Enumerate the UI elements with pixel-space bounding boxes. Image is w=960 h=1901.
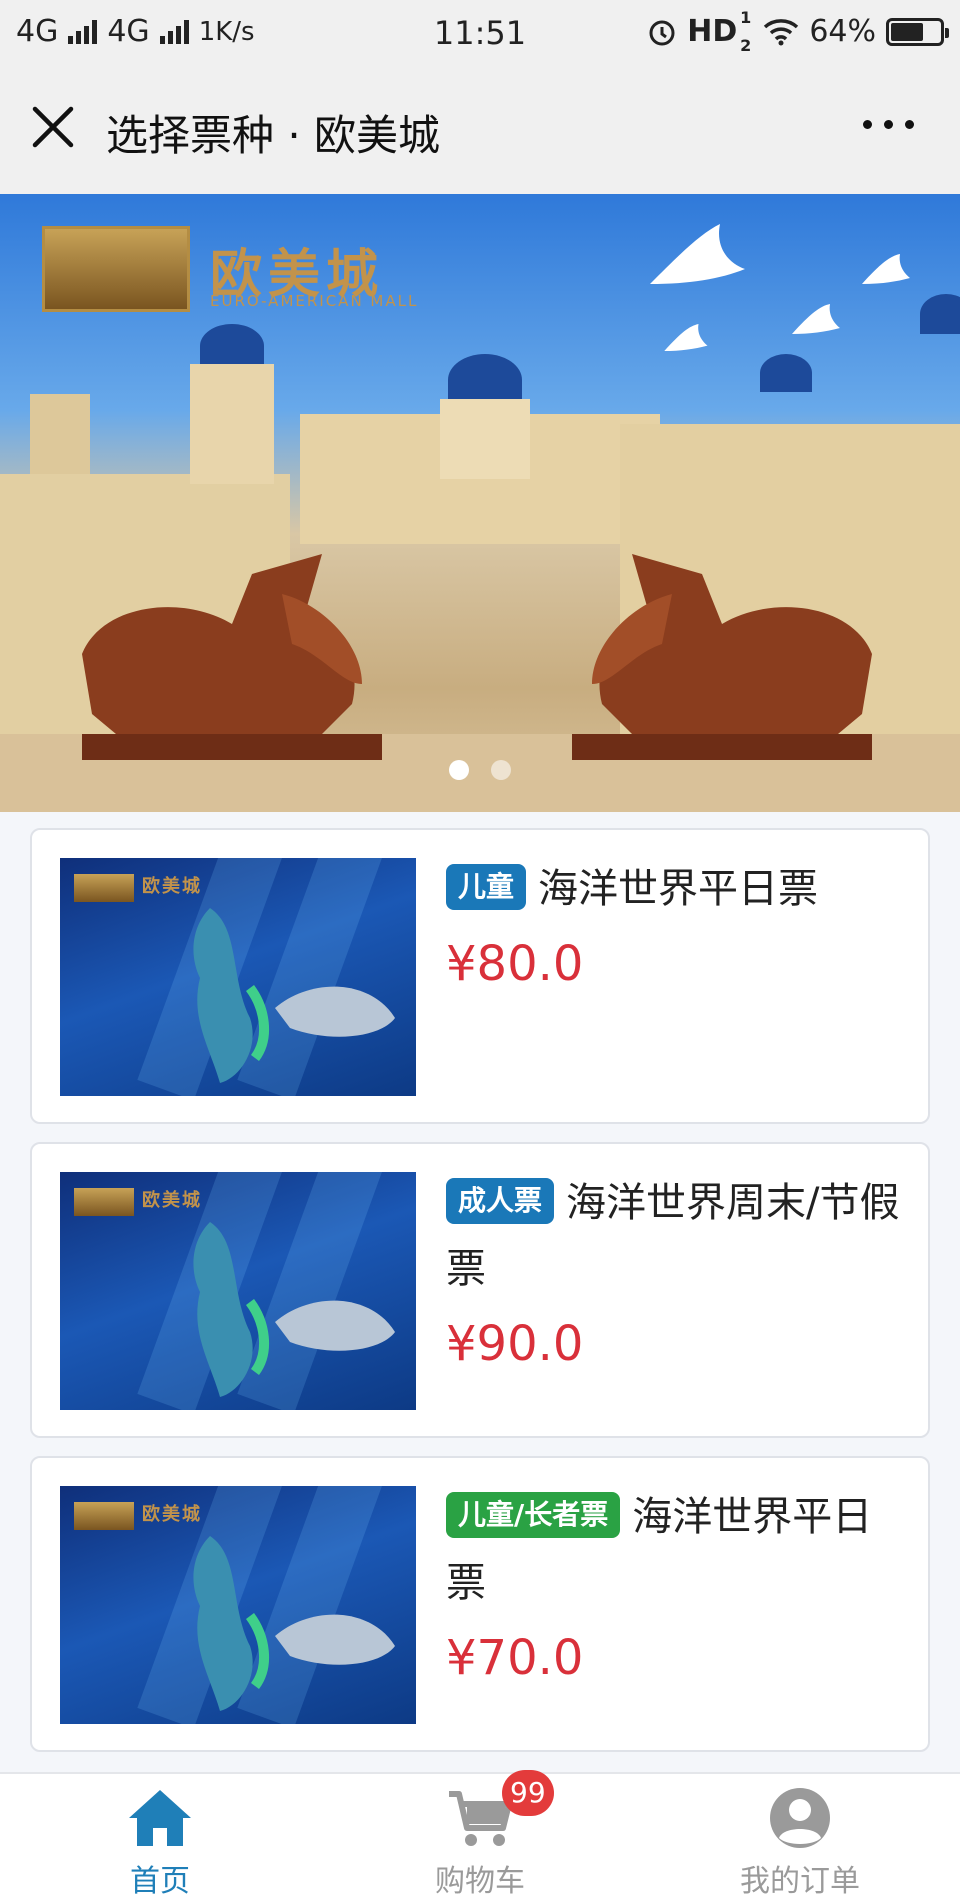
- tab-cart[interactable]: 99 购物车: [320, 1770, 640, 1901]
- page-title: 选择票种 · 欧美城: [106, 111, 441, 160]
- battery-icon: [886, 17, 949, 46]
- ticket-tag: 儿童/长者票: [446, 1492, 621, 1538]
- alarm-icon: [649, 20, 675, 45]
- cart-badge: 99: [502, 1770, 554, 1816]
- ticket-tag: 儿童: [446, 864, 527, 910]
- banner-carousel[interactable]: 欧美城 EURO-AMERICAN MALL: [0, 194, 960, 812]
- ticket-thumbnail: 欧美城: [60, 1172, 416, 1410]
- status-bar: 4G 4G 1K/s 11:51 HD 1 2 64%: [0, 0, 960, 64]
- nav-bar: 选择票种 · 欧美城: [0, 64, 960, 194]
- tab-orders[interactable]: 我的订单: [640, 1774, 960, 1901]
- carousel-indicator: [0, 760, 960, 780]
- winged-lion-statue-right: [572, 554, 872, 760]
- ticket-thumbnail: 欧美城: [60, 858, 416, 1096]
- thumbnail-logo: [74, 1188, 134, 1216]
- ticket-name: 海洋世界平日票: [538, 866, 819, 912]
- battery-percent: 64%: [809, 14, 876, 49]
- system-status: HD 1 2 64%: [647, 8, 949, 55]
- dove-icon-3: [792, 304, 840, 334]
- user-icon: [770, 1788, 830, 1848]
- home-icon: [129, 1790, 191, 1846]
- ticket-card[interactable]: 欧美城 儿童 海洋世界平日票 ¥80.0: [30, 828, 930, 1124]
- bottom-tab-bar: 首页 99 购物车 我的订单: [0, 1770, 960, 1901]
- dove-icon-4: [664, 324, 708, 351]
- more-menu-icon[interactable]: [863, 120, 914, 129]
- mermaid-image: [193, 908, 270, 1083]
- thumbnail-logo: [74, 1502, 134, 1530]
- tab-home[interactable]: 首页: [0, 1774, 320, 1901]
- ticket-price: ¥70.0: [446, 1630, 584, 1686]
- banner-logo-subtext: EURO-AMERICAN MALL: [210, 292, 419, 310]
- ticket-card[interactable]: 欧美城 成人票 海洋世界周末/节假票 ¥90.0: [30, 1142, 930, 1438]
- mermaid-image: [193, 1536, 270, 1711]
- dove-icon: [650, 224, 745, 284]
- ticket-card[interactable]: 欧美城 儿童/长者票 海洋世界平日票 ¥70.0: [30, 1456, 930, 1752]
- tab-cart-label: 购物车: [435, 1864, 525, 1899]
- dove-icon-2: [862, 254, 910, 284]
- mermaid-image: [193, 1222, 270, 1397]
- winged-lion-statue-left: [82, 554, 382, 760]
- ticket-price: ¥80.0: [446, 936, 584, 992]
- tab-orders-label: 我的订单: [740, 1864, 860, 1899]
- carousel-dot-active[interactable]: [449, 760, 469, 780]
- ticket-price: ¥90.0: [446, 1316, 584, 1372]
- carousel-dot[interactable]: [491, 760, 511, 780]
- wifi-icon: [764, 18, 799, 45]
- thumbnail-logo: [74, 874, 134, 902]
- mall-logo: [42, 226, 190, 312]
- tab-home-label: 首页: [130, 1864, 190, 1899]
- ticket-list: 欧美城 儿童 海洋世界平日票 ¥80.0 欧美城 成人票 海洋世界周末/节假票 ¥9…: [30, 828, 930, 1770]
- ticket-tag: 成人票: [446, 1178, 555, 1224]
- ticket-thumbnail: 欧美城: [60, 1486, 416, 1724]
- hd-indicator: HD 1 2: [687, 8, 752, 55]
- close-icon[interactable]: [30, 104, 76, 150]
